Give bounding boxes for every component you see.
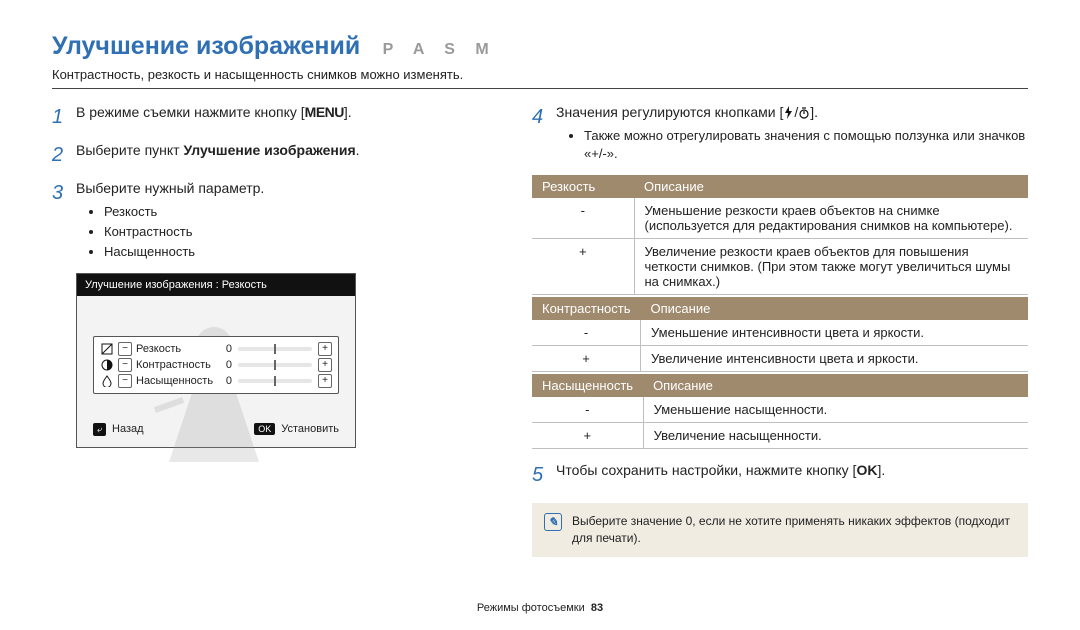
ok-keycap: OK [254,423,275,435]
divider [52,88,1028,89]
table-header: Резкость [532,175,634,198]
slider[interactable] [238,347,312,351]
list-item: Резкость [104,203,264,221]
lcd-row-contrast: − Контрастность 0 + [94,357,338,373]
table-row: -Уменьшение резкости краев объектов на с… [532,198,1028,239]
table-row: +Увеличение резкости краев объектов для … [532,238,1028,294]
lcd-row-label: Резкость [136,343,214,355]
right-column: 4 Значения регулируются кнопками [/]. Та… [532,103,1028,557]
ok-icon: OK [856,462,877,478]
lcd-row-value: 0 [218,359,232,371]
page-subtitle: Контрастность, резкость и насыщенность с… [52,67,1028,82]
lcd-row-value: 0 [218,343,232,355]
lcd-row-label: Контрастность [136,359,214,371]
table-row: -Уменьшение интенсивности цвета и яркост… [532,320,1028,346]
lcd-row-saturation: − Насыщенность 0 + [94,373,338,389]
table-saturation: НасыщенностьОписание -Уменьшение насыщен… [532,374,1028,449]
minus-button[interactable]: − [118,374,132,388]
menu-icon: MENU [305,104,344,120]
slider[interactable] [238,363,312,367]
list-item: Также можно отрегулировать значения с по… [584,127,1028,163]
list-item: Насыщенность [104,243,264,261]
step-text: ]. [344,104,352,120]
mode-letters: P A S M [383,41,497,58]
lcd-row-sharpness: − Резкость 0 + [94,341,338,357]
step-text: Выберите нужный параметр. [76,180,264,196]
step-text: ]. [877,462,885,478]
lcd-row-value: 0 [218,375,232,387]
minus-button[interactable]: − [118,342,132,356]
step-text: В режиме съемки нажмите кнопку [ [76,104,305,120]
back-keycap: ⤶ [93,423,106,436]
step-number: 1 [52,103,76,131]
note-box: ✎ Выберите значение 0, если не хотите пр… [532,503,1028,557]
step-text: . [356,142,360,158]
slider[interactable] [238,379,312,383]
flash-icon [783,104,794,120]
note-text: Выберите значение 0, если не хотите прим… [572,513,1016,547]
step-number: 2 [52,141,76,169]
table-header: Насыщенность [532,374,643,397]
step-text: Чтобы сохранить настройки, нажмите кнопк… [556,462,856,478]
lcd-panel: − Резкость 0 + − Контрастность 0 + [93,336,339,394]
contrast-icon [100,358,114,372]
plus-button[interactable]: + [318,374,332,388]
table-header: Описание [634,175,1028,198]
left-column: 1 В режиме съемки нажмите кнопку [MENU].… [52,103,492,557]
lcd-row-label: Насыщенность [136,375,214,387]
ok-label: Установить [281,423,339,435]
sharpness-icon [100,342,114,356]
minus-button[interactable]: − [118,358,132,372]
step-text: Выберите пункт [76,142,183,158]
lcd-header: Улучшение изображения : Резкость [77,274,355,296]
step-text: ]. [810,104,818,120]
plus-button[interactable]: + [318,342,332,356]
plus-button[interactable]: + [318,358,332,372]
step-number: 5 [532,461,556,489]
list-item: Контрастность [104,223,264,241]
table-header: Контрастность [532,297,641,320]
table-row: +Увеличение интенсивности цвета и яркост… [532,345,1028,371]
table-row: +Увеличение насыщенности. [532,422,1028,448]
table-contrast: КонтрастностьОписание -Уменьшение интенс… [532,297,1028,372]
saturation-icon [100,374,114,388]
page-title: Улучшение изображений [52,32,360,60]
page-footer: Режимы фотосъемки 83 [0,602,1080,614]
step-text: Значения регулируются кнопками [ [556,104,783,120]
info-icon: ✎ [544,513,562,531]
table-header: Описание [643,374,1028,397]
table-row: -Уменьшение насыщенности. [532,397,1028,423]
camera-lcd: Улучшение изображения : Резкость − Резко… [76,273,356,448]
timer-icon [798,104,810,120]
step-number: 3 [52,179,76,263]
back-label: Назад [112,423,144,435]
step-number: 4 [532,103,556,165]
step-bold: Улучшение изображения [183,142,355,158]
table-sharpness: РезкостьОписание -Уменьшение резкости кр… [532,175,1028,295]
table-header: Описание [641,297,1029,320]
